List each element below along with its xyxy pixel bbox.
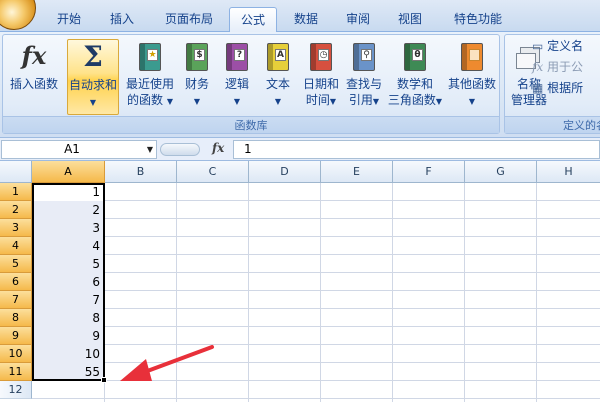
column-header-d[interactable]: D — [249, 161, 321, 183]
formula-bar-splitter[interactable] — [160, 143, 200, 156]
financial-functions-button[interactable]: $ 财务 ▼ — [179, 39, 215, 115]
tab-review[interactable]: 审阅 — [337, 7, 379, 32]
formula-bar: A1 ▼ fx 1 — [0, 138, 600, 161]
column-header-e[interactable]: E — [321, 161, 393, 183]
ribbon-tab-bar: 开始 插入 页面布局 公式 数据 审阅 视图 特色功能 — [0, 0, 600, 33]
create-from-selection-button[interactable]: ▦ 根据所 — [532, 80, 583, 96]
book-letter-icon: A — [263, 41, 293, 73]
formula-input[interactable]: 1 — [233, 140, 600, 159]
column-header-g[interactable]: G — [465, 161, 537, 183]
worksheet-grid[interactable]: A B C D E F G H 1 2 3 4 5 6 7 8 9 10 11 … — [0, 161, 600, 402]
row-header-5[interactable]: 5 — [0, 255, 32, 273]
row-header-9[interactable]: 9 — [0, 327, 32, 345]
tab-view[interactable]: 视图 — [389, 7, 431, 32]
row-header-1[interactable]: 1 — [0, 183, 32, 201]
office-button[interactable] — [0, 0, 36, 30]
book-clock-icon: ◷ — [306, 41, 336, 73]
select-all-corner[interactable] — [0, 161, 32, 183]
fill-handle[interactable] — [101, 377, 107, 383]
excel-window: 开始 插入 页面布局 公式 数据 审阅 视图 特色功能 fx 插入函数 Σ 自动… — [0, 0, 600, 402]
book-star-icon: ★ — [135, 41, 165, 73]
datetime-functions-button[interactable]: ◷ 日期和 时间▼ — [300, 39, 342, 115]
function-library-group: fx 插入函数 Σ 自动求和 ▼ ★ 最近使用 的函数 ▼ $ 财务 ▼ ? 逻… — [2, 34, 500, 134]
sigma-icon: Σ — [83, 40, 103, 73]
row-header-3[interactable]: 3 — [0, 219, 32, 237]
column-header-f[interactable]: F — [393, 161, 465, 183]
tab-page-layout[interactable]: 页面布局 — [155, 7, 223, 32]
tab-special-features[interactable]: 特色功能 — [443, 7, 513, 32]
lookup-functions-button[interactable]: ⚲ 查找与 引用▼ — [344, 39, 384, 115]
column-header-a[interactable]: A — [32, 161, 105, 183]
tab-data[interactable]: 数据 — [285, 7, 327, 32]
selection-range — [32, 183, 105, 381]
row-header-12[interactable]: 12 — [0, 381, 32, 399]
logical-functions-button[interactable]: ? 逻辑 ▼ — [219, 39, 255, 115]
row-header-6[interactable]: 6 — [0, 273, 32, 291]
annotation-arrow-icon — [120, 345, 214, 381]
book-theta-icon: θ — [400, 41, 430, 73]
function-library-label: 函数库 — [3, 116, 499, 133]
defined-names-label: 定义的名 — [505, 116, 600, 133]
math-functions-button[interactable]: θ 数学和 三角函数▼ — [386, 39, 444, 115]
ribbon: fx 插入函数 Σ 自动求和 ▼ ★ 最近使用 的函数 ▼ $ 财务 ▼ ? 逻… — [0, 32, 600, 138]
row-header-8[interactable]: 8 — [0, 309, 32, 327]
table-icon: ▦ — [532, 81, 544, 95]
fx-icon: fx — [21, 41, 47, 70]
name-box[interactable]: A1 ▼ — [1, 140, 157, 159]
book-question-icon: ? — [222, 41, 252, 73]
autosum-dropdown-caret: ▼ — [89, 98, 97, 107]
insert-function-fx-button[interactable]: fx — [212, 141, 224, 155]
book-search-icon: ⚲ — [349, 41, 379, 73]
tab-home[interactable]: 开始 — [47, 7, 91, 32]
row-header-4[interactable]: 4 — [0, 237, 32, 255]
tab-insert[interactable]: 插入 — [100, 7, 144, 32]
chevron-down-icon[interactable]: ▼ — [147, 141, 153, 158]
recent-functions-button[interactable]: ★ 最近使用 的函数 ▼ — [121, 39, 179, 115]
tag-icon: ▭ — [532, 39, 544, 53]
row-header-7[interactable]: 7 — [0, 291, 32, 309]
row-header-2[interactable]: 2 — [0, 201, 32, 219]
column-header-c[interactable]: C — [177, 161, 249, 183]
autosum-button[interactable]: Σ 自动求和 ▼ — [67, 39, 119, 115]
text-functions-button[interactable]: A 文本 ▼ — [260, 39, 296, 115]
row-header-10[interactable]: 10 — [0, 345, 32, 363]
books-icon — [457, 41, 487, 73]
more-functions-button[interactable]: 其他函数 ▼ — [446, 39, 498, 115]
insert-function-button[interactable]: fx 插入函数 — [5, 39, 63, 115]
tab-formulas[interactable]: 公式 — [229, 7, 277, 33]
define-name-button[interactable]: ▭ 定义名 — [532, 38, 583, 54]
column-header-b[interactable]: B — [105, 161, 177, 183]
column-header-h[interactable]: H — [537, 161, 600, 183]
book-coins-icon: $ — [182, 41, 212, 73]
use-in-formula-button[interactable]: fx 用于公 — [532, 59, 583, 75]
row-header-11[interactable]: 11 — [0, 363, 32, 381]
fx-small-icon: fx — [532, 60, 544, 74]
